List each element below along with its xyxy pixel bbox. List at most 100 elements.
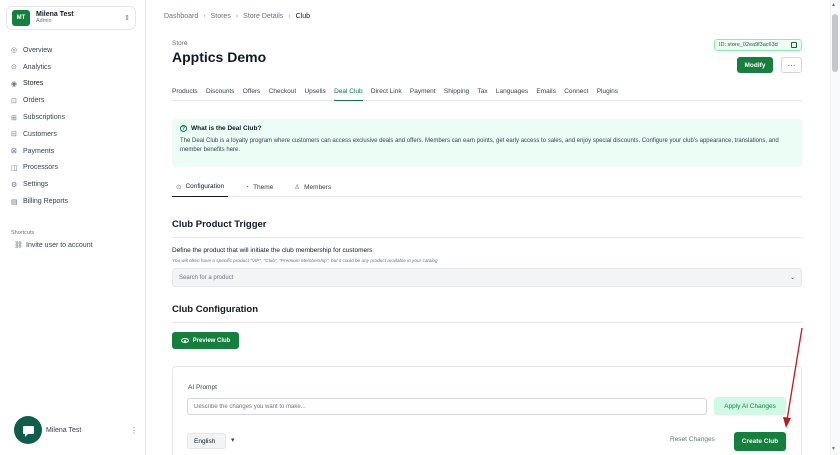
sidebar-item-label: Orders [23, 97, 45, 105]
tab-products[interactable]: Products [172, 82, 198, 101]
account-avatar: MT [12, 10, 30, 26]
section-divider [172, 322, 802, 323]
settings-icon: ⊙ [176, 183, 182, 191]
trigger-section-title: Club Product Trigger [172, 219, 267, 230]
create-club-button[interactable]: Create Club [734, 432, 786, 451]
tab-discounts[interactable]: Discounts [206, 82, 235, 101]
tab-offers[interactable]: Offers [243, 82, 261, 101]
tab-configuration[interactable]: ⊙ Configuration [172, 177, 229, 197]
ai-prompt-label: AI Prompt [188, 384, 217, 391]
sidebar-item-payments[interactable]: ⊠ Payments [11, 143, 141, 160]
dropdown-caret-icon[interactable]: ▾ [231, 436, 235, 444]
user-icon: ♙ [294, 184, 301, 191]
trigger-description: Define the product that will initiate th… [172, 247, 373, 254]
preview-club-button[interactable]: Preview Club [172, 332, 239, 349]
apply-ai-changes-button[interactable]: Apply AI Changes [714, 397, 786, 415]
tab-label: Members [304, 183, 332, 191]
sidebar-item-processors[interactable]: ◫ Processors [11, 160, 141, 177]
sidebar-item-label: Settings [23, 181, 49, 189]
sidebar-nav: ◎ Overview ⊙ Analytics ◉ Stores ⊡ Orders ⊞ Su… [11, 42, 141, 210]
tab-shipping[interactable]: Shipping [444, 82, 469, 101]
sidebar-item-label: Analytics [23, 63, 52, 71]
tab-deal-club[interactable]: Deal Club [334, 82, 363, 101]
deal-club-info-box: ? What is the Deal Club? The Deal Club i… [172, 119, 802, 167]
tab-checkout[interactable]: Checkout [269, 82, 296, 101]
info-title: What is the Deal Club? [191, 125, 262, 132]
breadcrumb-store-details[interactable]: Store Details [243, 13, 283, 20]
tab-upsells[interactable]: Upsells [304, 82, 325, 101]
tab-direct-link[interactable]: Direct Link [371, 82, 402, 101]
overview-icon: ◎ [11, 47, 18, 55]
eye-icon [180, 338, 189, 343]
info-body: The Deal Club is a loyalty program where… [180, 138, 779, 154]
scrollbar-thumb[interactable] [832, 14, 838, 72]
customers-icon: ⊟ [11, 131, 17, 139]
account-switcher[interactable]: MT Milena Test Admin ⇕ [6, 6, 136, 30]
app-root: MT Milena Test Admin ⇕ ◎ Overview ⊙ Analyt… [0, 0, 840, 455]
store-label: Store [172, 40, 188, 47]
chat-support-icon[interactable] [14, 416, 42, 444]
breadcrumb-club: Club [295, 13, 310, 20]
sidebar-user-name: Milena Test [46, 426, 82, 434]
sidebar-item-subscriptions[interactable]: ⊞ Subscriptions [11, 109, 141, 126]
tab-connect[interactable]: Connect [564, 82, 588, 101]
account-role: Admin [36, 18, 52, 25]
tab-theme[interactable]: ◔ Theme [241, 177, 277, 197]
preview-club-label: Preview Club [192, 337, 231, 344]
sidebar-item-label: Payments [23, 147, 55, 155]
sidebar-item-label: Subscriptions [23, 114, 66, 122]
payments-icon: ⊠ [11, 148, 17, 156]
question-icon: ? [180, 125, 187, 132]
tab-members[interactable]: ♙ Members [290, 177, 335, 197]
section-divider [172, 237, 802, 238]
sidebar-item-label: Overview [23, 46, 53, 54]
club-sub-tabs: ⊙ Configuration ◔ Theme ♙ Members [172, 177, 802, 197]
sidebar-item-stores[interactable]: ◉ Stores [11, 76, 141, 93]
sidebar-item-settings[interactable]: ⚙ Settings [11, 176, 141, 193]
sidebar-item-customers[interactable]: ⊟ Customers [11, 126, 141, 143]
modify-button[interactable]: Modify [737, 57, 773, 73]
tab-emails[interactable]: Emails [536, 82, 556, 101]
sidebar-item-orders[interactable]: ⊡ Orders [11, 92, 141, 109]
kebab-menu-icon[interactable]: ⋮ [130, 426, 138, 435]
link-icon: ⛓ [14, 242, 23, 249]
product-search-placeholder: Search for a product [179, 274, 234, 281]
store-id-badge[interactable]: ID: store_02ea9f3ac63d [714, 39, 802, 51]
palette-icon: ◔ [245, 183, 250, 191]
tab-label: Theme [253, 183, 274, 191]
copy-icon[interactable] [791, 42, 797, 48]
sidebar-item-overview[interactable]: ◎ Overview [11, 42, 141, 59]
subscriptions-icon: ⊞ [11, 114, 17, 122]
tab-payment[interactable]: Payment [410, 82, 436, 101]
ai-prompt-input[interactable] [187, 398, 707, 415]
sidebar-item-analytics[interactable]: ⊙ Analytics [11, 59, 141, 76]
billing-reports-icon: ▤ [11, 198, 18, 206]
language-select[interactable]: English [187, 433, 226, 449]
account-name: Milena Test [36, 11, 74, 19]
page-title: Apptics Demo [172, 49, 267, 65]
tab-label: Configuration [185, 183, 225, 190]
more-options-button[interactable]: ··· [781, 57, 802, 73]
tab-tax[interactable]: Tax [477, 82, 487, 101]
sidebar-item-label: Processors [23, 164, 59, 172]
product-search-select[interactable]: Search for a product ⌄ [172, 268, 802, 287]
reset-changes-button[interactable]: Reset Changes [670, 436, 715, 443]
chevron-down-icon: ⌄ [789, 275, 795, 281]
breadcrumb-stores[interactable]: Stores [211, 13, 231, 20]
stores-icon: ◉ [11, 80, 18, 88]
store-id-text: ID: store_02ea9f3ac63d [719, 42, 778, 48]
breadcrumb-separator-icon: › [203, 13, 206, 20]
sidebar-user[interactable]: Milena Test ⋮ [14, 416, 138, 444]
sidebar-item-billing-reports[interactable]: ▤ Billing Reports [11, 193, 141, 210]
tab-plugins[interactable]: Plugins [597, 82, 618, 101]
analytics-icon: ⊙ [11, 64, 17, 72]
scroll-down-icon[interactable]: ▼ [831, 446, 836, 452]
config-section-title: Club Configuration [172, 304, 259, 315]
sidebar-item-label: Stores [23, 80, 44, 88]
breadcrumb-dashboard[interactable]: Dashboard [164, 13, 198, 20]
tab-languages[interactable]: Languages [496, 82, 528, 101]
scroll-up-icon[interactable]: ▲ [831, 2, 836, 8]
breadcrumb: Dashboard › Stores › Store Details › Clu… [164, 13, 310, 20]
shortcut-invite-user[interactable]: ⛓ Invite user to account [14, 241, 93, 250]
chevron-updown-icon: ⇕ [124, 15, 130, 22]
